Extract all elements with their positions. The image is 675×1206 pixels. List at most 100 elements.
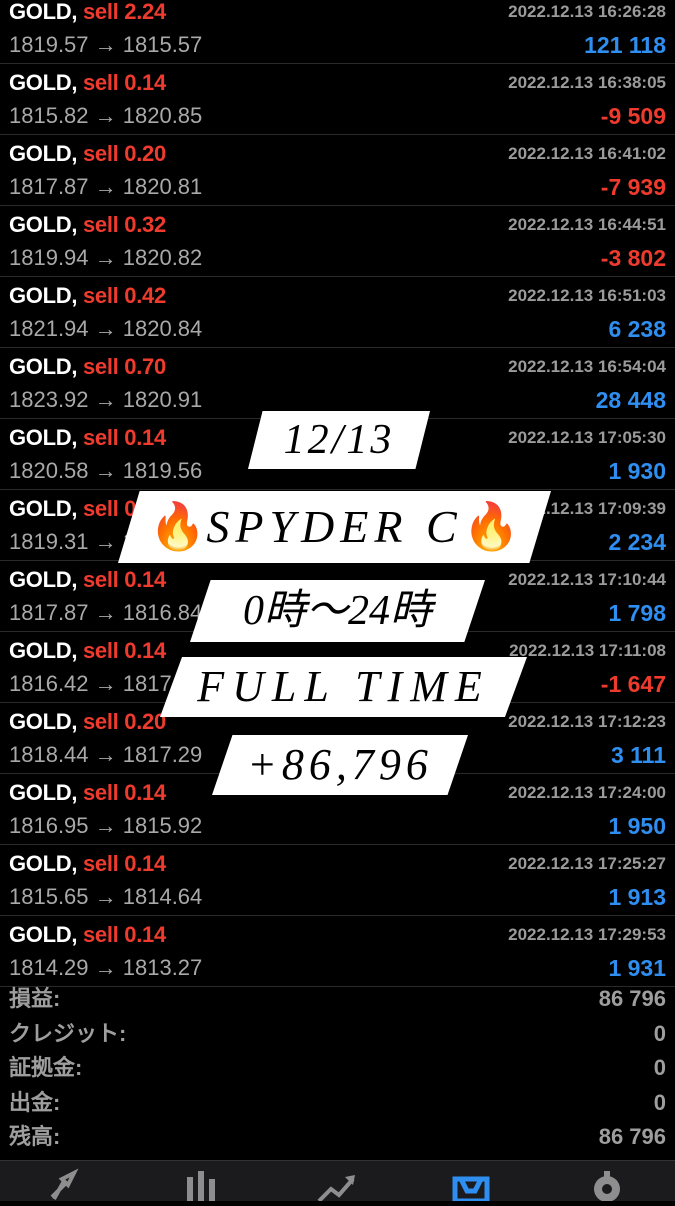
overlay-date-banner: 12/13 xyxy=(248,411,430,469)
trade-time: 2022.12.13 17:12:23 xyxy=(508,712,666,731)
history-icon xyxy=(452,1176,490,1204)
trade-time: 2022.12.13 16:41:02 xyxy=(508,144,666,163)
trade-prices: 1823.92 → 1820.91 xyxy=(9,387,203,412)
trade-time: 2022.12.13 17:25:27 xyxy=(508,854,666,873)
trade-row[interactable]: GOLD, sell 0.20 2022.12.13 16:41:02 1817.8… xyxy=(0,135,675,206)
trade-side: sell 0.70 xyxy=(82,354,166,379)
trade-symbol: GOLD, xyxy=(9,0,78,24)
trade-row[interactable]: GOLD, sell 0.14 2022.12.13 17:29:53 1814.2… xyxy=(0,916,675,987)
trade-profit: 2 234 xyxy=(608,529,666,555)
trade-side: sell 0.14 xyxy=(82,638,166,663)
fire-icon: 🔥 xyxy=(462,501,520,552)
trade-symbol-line: GOLD, sell 0.14 xyxy=(9,632,166,670)
trade-symbol-line: GOLD, sell 0.20 xyxy=(9,135,166,173)
trade-symbol: GOLD, xyxy=(9,922,78,947)
tab-history[interactable] xyxy=(451,1167,491,1204)
trade-prices: 1817.87 → 1816.84 xyxy=(9,600,203,625)
trade-row[interactable]: GOLD, sell 0.14 2022.12.13 17:25:27 1815.6… xyxy=(0,845,675,916)
history-summary: 損益: 86 796 クレジット: 0 証拠金: 0 出金: 0 残高: 86 796 xyxy=(0,982,675,1155)
trade-symbol: GOLD, xyxy=(9,141,78,166)
trade-symbol-line: GOLD, sell 0.42 xyxy=(9,277,166,315)
trade-symbol: GOLD, xyxy=(9,354,78,379)
trade-prices: 1820.58 → 1819.56 xyxy=(9,458,203,483)
summary-value: 86 796 xyxy=(598,986,666,1011)
trade-row[interactable]: GOLD, sell 0.14 2022.12.13 16:38:05 1815.8… xyxy=(0,64,675,135)
trade-symbol: GOLD, xyxy=(9,283,78,308)
trade-side: sell 2.24 xyxy=(82,0,166,24)
trade-symbol-line: GOLD, sell 0.14 xyxy=(9,64,166,102)
summary-row: 残高: 86 796 xyxy=(0,1120,675,1155)
trade-prices: 1819.57 → 1815.57 xyxy=(9,32,203,57)
trade-row[interactable]: GOLD, sell 0.42 2022.12.13 16:51:03 1821.9… xyxy=(0,277,675,348)
trade-row[interactable]: GOLD, sell 0.70 2022.12.13 16:54:04 1823.9… xyxy=(0,348,675,419)
trade-prices: 1815.65 → 1814.64 xyxy=(9,884,203,909)
trade-time: 2022.12.13 17:11:08 xyxy=(509,641,666,660)
trade-prices: 1817.87 → 1820.81 xyxy=(9,174,203,199)
trade-profit: 1 913 xyxy=(608,884,666,910)
trade-symbol: GOLD, xyxy=(9,780,78,805)
trade-profit: -7 939 xyxy=(600,174,666,200)
summary-value: 0 xyxy=(653,1055,666,1080)
trade-side: sell 0.14 xyxy=(82,425,166,450)
trade-side: sell 0.14 xyxy=(82,70,166,95)
overlay-name: SPYDER C xyxy=(206,501,463,552)
trade-prices: 1814.29 → 1813.27 xyxy=(9,955,203,980)
trade-symbol: GOLD, xyxy=(9,709,78,734)
trade-symbol-line: GOLD, sell 0.70 xyxy=(9,348,166,386)
overlay-fulltime-banner: FULL TIME xyxy=(160,657,527,717)
trade-time: 2022.12.13 16:26:28 xyxy=(508,2,666,21)
trade-side: sell 0.20 xyxy=(82,709,166,734)
trade-side: sell 0.14 xyxy=(82,567,166,592)
trade-symbol-line: GOLD, sell 0.14 xyxy=(9,774,166,812)
bottom-tab-bar xyxy=(0,1160,675,1204)
trade-symbol-line: GOLD, sell 0.14 xyxy=(9,916,166,954)
trade-row[interactable]: GOLD, sell 0.32 2022.12.13 16:44:51 1819.9… xyxy=(0,206,675,277)
trade-symbol: GOLD, xyxy=(9,212,78,237)
trade-symbol: GOLD, xyxy=(9,70,78,95)
trade-symbol: GOLD, xyxy=(9,851,78,876)
summary-label: 証拠金: xyxy=(9,1055,83,1080)
settings-icon xyxy=(594,1171,620,1202)
summary-row: クレジット: 0 xyxy=(0,1017,675,1052)
summary-row: 証拠金: 0 xyxy=(0,1051,675,1086)
trade-profit: -1 647 xyxy=(600,671,666,697)
summary-row: 損益: 86 796 xyxy=(0,982,675,1017)
trade-icon xyxy=(317,1175,355,1203)
trade-time: 2022.12.13 16:54:04 xyxy=(508,357,666,376)
summary-label: 損益: xyxy=(9,986,61,1011)
trade-row[interactable]: GOLD, sell 2.24 2022.12.13 16:26:28 1819.5… xyxy=(0,0,675,64)
tab-chart[interactable] xyxy=(181,1167,221,1201)
summary-value: 86 796 xyxy=(598,1124,666,1149)
trade-symbol-line: GOLD, sell 0.20 xyxy=(9,703,166,741)
tab-quotes[interactable] xyxy=(44,1167,84,1201)
trade-symbol-line: GOLD, sell 0.14 xyxy=(9,845,166,883)
overlay-hours: 0時〜24時 xyxy=(242,588,432,634)
chart-icon xyxy=(187,1171,215,1201)
trade-profit: 1 950 xyxy=(608,813,666,839)
trade-time: 2022.12.13 17:24:00 xyxy=(508,783,666,802)
trade-profit: 1 931 xyxy=(608,955,666,981)
overlay-name-banner: 🔥SPYDER C🔥 xyxy=(118,491,551,563)
trade-prices: 1816.95 → 1815.92 xyxy=(9,813,203,838)
summary-value: 0 xyxy=(653,1020,666,1046)
trade-prices: 1821.94 → 1820.84 xyxy=(9,316,203,341)
trade-time: 2022.12.13 16:38:05 xyxy=(508,73,666,92)
trade-time: 2022.12.13 17:05:30 xyxy=(508,428,666,447)
trade-profit: -9 509 xyxy=(600,103,666,129)
tab-settings[interactable] xyxy=(587,1167,627,1202)
overlay-hours-banner: 0時〜24時 xyxy=(190,580,485,642)
trade-side: sell 0.32 xyxy=(82,212,166,237)
trade-profit: 121 118 xyxy=(584,32,666,58)
trade-time: 2022.12.13 16:51:03 xyxy=(508,286,666,305)
trade-prices: 1818.44 → 1817.29 xyxy=(9,742,203,767)
trade-side: sell 0.20 xyxy=(82,141,166,166)
trade-profit: 3 111 xyxy=(610,742,666,768)
trade-prices: 1815.82 → 1820.85 xyxy=(9,103,203,128)
trade-side: sell 0.14 xyxy=(82,922,166,947)
trade-side: sell 0.14 xyxy=(82,780,166,805)
trade-prices: 1819.94 → 1820.82 xyxy=(9,245,203,270)
summary-label: 残高: xyxy=(9,1124,61,1149)
tab-trade[interactable] xyxy=(317,1167,357,1203)
fire-icon: 🔥 xyxy=(149,501,207,552)
trade-profit: 1 930 xyxy=(608,458,666,484)
